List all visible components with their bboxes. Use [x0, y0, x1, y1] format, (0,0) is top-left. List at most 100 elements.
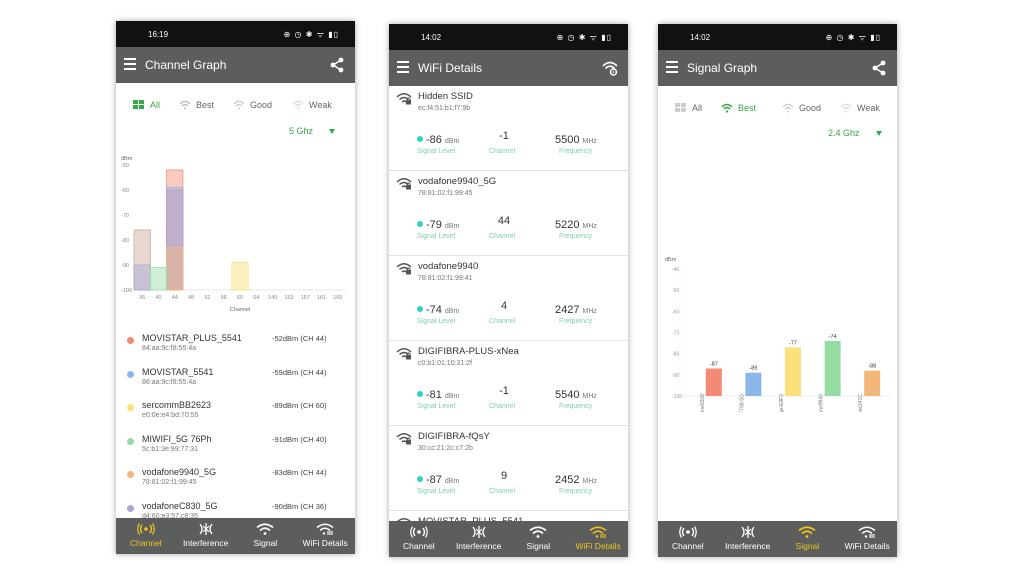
bottom-nav: Channel Interference Signal WiFi Details — [658, 521, 897, 557]
signal-level-unit: dBm — [444, 393, 460, 400]
access-point-row[interactable]: vodafone9940_5G 78:81:02:f1:99:45 -79 dBm Si… — [389, 171, 628, 256]
channel-value: -1 — [499, 385, 509, 397]
frequency-number: 2452 — [555, 474, 580, 486]
network-mac: 86:aa:9c:f8:55:4a — [142, 378, 197, 386]
nav-interference[interactable]: Interference — [718, 521, 778, 557]
list-item[interactable]: vodafone9940_5G 78:81:02:f1:99:45 -83dBm (… — [116, 461, 355, 495]
channel-caption: Channel — [489, 233, 516, 240]
ap-mac: ec:f4:51:b1:f7:9b — [418, 105, 471, 112]
nav-wifi-details[interactable]: WiFi Details — [837, 521, 897, 557]
radio-waves-icon — [658, 525, 718, 539]
x-tick-label: 60 — [237, 295, 243, 301]
nav-signal[interactable]: Signal — [236, 518, 296, 554]
access-point-row[interactable]: DIGIFIBRA-fQsY 30:cc:21:2c:c7:2b -87 dBm Sig… — [389, 426, 628, 511]
wifi-icon — [840, 103, 852, 113]
filter-weak[interactable]: Weak — [840, 103, 880, 113]
wifi-icon — [179, 100, 191, 110]
y-tick-label: -100 — [121, 288, 132, 294]
access-point-row[interactable]: Hidden SSID ec:f4:51:b1:f7:9b -86 dBm Signal… — [389, 86, 628, 171]
filter-best[interactable]: Best — [721, 103, 756, 113]
network-mac: e0:0e:e4:bd:70:55 — [142, 412, 199, 419]
list-item[interactable]: MOVISTAR_PLUS_5541 84:aa:9c:f8:55:4a -52dB… — [116, 327, 355, 361]
network-ssid: vodafoneC830_5G — [142, 500, 218, 511]
menu-icon[interactable] — [666, 61, 678, 73]
filter-label: Weak — [309, 100, 332, 110]
x-axis-label: Channel — [230, 307, 251, 313]
band-label: 2.4 Ghz — [828, 128, 860, 138]
channel-caption: Channel — [489, 148, 516, 155]
nav-channel[interactable]: Channel — [389, 521, 449, 557]
signal-level-unit: dBm — [444, 223, 460, 230]
filter-all[interactable]: All — [133, 100, 160, 110]
legend-color-dot — [127, 471, 134, 478]
frequency-number: 2427 — [555, 304, 580, 316]
band-selector[interactable]: 5 Ghz — [289, 126, 336, 136]
nav-label: WiFi Details — [575, 541, 621, 551]
filter-good[interactable]: Good — [233, 100, 272, 110]
channel-value: 44 — [497, 215, 511, 227]
app-bar: WiFi Details — [389, 50, 628, 86]
network-signal-channel: -52dBm (CH 44) — [272, 334, 327, 343]
frequency-caption: Frequency — [559, 488, 593, 495]
nav-signal[interactable]: Signal — [509, 521, 569, 557]
filter-all[interactable]: All — [675, 103, 702, 113]
x-tick-label: 40 — [155, 295, 161, 301]
filter-best[interactable]: Best — [179, 100, 214, 110]
nav-signal[interactable]: Signal — [778, 521, 838, 557]
share-icon[interactable] — [328, 56, 346, 74]
wifi-icon — [292, 100, 304, 110]
signal-dot-icon — [417, 475, 423, 482]
bar-value-label: -77 — [789, 340, 797, 346]
nav-interference[interactable]: Interference — [449, 521, 509, 557]
nav-wifi-details[interactable]: WiFi Details — [295, 518, 355, 554]
band-selector[interactable]: 2.4 Ghz — [828, 128, 882, 138]
list-item[interactable]: MIWIFI_5G 76Ph 5c:b1:3e:99:77:31 -91dBm (C… — [116, 428, 355, 462]
nav-channel[interactable]: Channel — [658, 521, 718, 557]
signal-graph-screen: 14:02 ⊕ ◷ ✱ ᯤ ▮▯ Signal Graph All Best G… — [658, 24, 897, 557]
channel-bar — [149, 267, 168, 291]
filter-weak[interactable]: Weak — [292, 100, 332, 110]
ap-mac: 30:cc:21:2c:c7:2b — [418, 445, 473, 452]
nav-wifi-details[interactable]: WiFi Details — [568, 521, 628, 557]
filter-label: All — [150, 100, 161, 110]
network-signal-channel: -91dBm (CH 40) — [272, 434, 327, 444]
signal-level-number: -81 — [426, 389, 442, 401]
frequency-unit: MHz — [582, 308, 597, 315]
status-time: 16:19 — [148, 30, 169, 39]
signal-level-unit: dBm — [444, 478, 460, 485]
filter-good[interactable]: Good — [782, 103, 821, 113]
bottom-nav: Channel Interference Signal WiFi Details — [389, 521, 628, 557]
signal-bar — [705, 368, 722, 396]
frequency-number: 5220 — [555, 219, 580, 231]
legend-color-dot — [127, 437, 134, 445]
network-ssid: vodafone9940_5G — [142, 467, 217, 477]
ap-mac: 78:81:02:f1:99:45 — [418, 190, 473, 197]
nav-label: Interference — [724, 541, 771, 551]
list-item[interactable]: sercommBB2623 e0:0e:e4:bd:70:55 -89dBm (CH… — [116, 394, 355, 428]
y-axis-label: dBm — [665, 257, 677, 263]
access-point-row[interactable]: vodafone9940 78:81:02:f1:99:41 -74 dBm Signa… — [389, 256, 628, 341]
interference-icon — [449, 525, 509, 539]
access-point-list: Hidden SSID ec:f4:51:b1:f7:9b -86 dBm Signal… — [389, 86, 628, 541]
x-tick-label: 153 — [284, 295, 293, 301]
menu-icon[interactable] — [397, 61, 409, 73]
x-tick-label: 149 — [268, 295, 277, 301]
channel-value: 9 — [500, 470, 508, 482]
menu-icon[interactable] — [124, 58, 136, 70]
nav-channel[interactable]: Channel — [116, 518, 176, 554]
nav-interference[interactable]: Interference — [176, 518, 236, 554]
list-item[interactable]: MOVISTAR_5541 86:aa:9c:f8:55:4a -59dBm (CH… — [116, 361, 355, 395]
bar-value-label: -87 — [710, 361, 718, 367]
filter-label: Best — [196, 100, 215, 110]
y-tick-label: -80 — [672, 352, 679, 358]
y-axis-label: dBm — [121, 156, 133, 162]
access-point-row[interactable]: DIGIFIBRA-PLUS-xNea c0:b1:01:10:31:2f -81 d… — [389, 341, 628, 426]
page-title: Signal Graph — [687, 61, 758, 75]
signal-dot-icon — [417, 305, 423, 312]
wifi-settings-icon[interactable] — [601, 59, 619, 77]
share-icon[interactable] — [870, 59, 888, 77]
y-tick-label: -70 — [672, 331, 679, 337]
channel-bar — [166, 247, 184, 291]
network-ssid: sercommBB2623 — [142, 400, 212, 410]
y-tick-label: -40 — [672, 267, 679, 273]
